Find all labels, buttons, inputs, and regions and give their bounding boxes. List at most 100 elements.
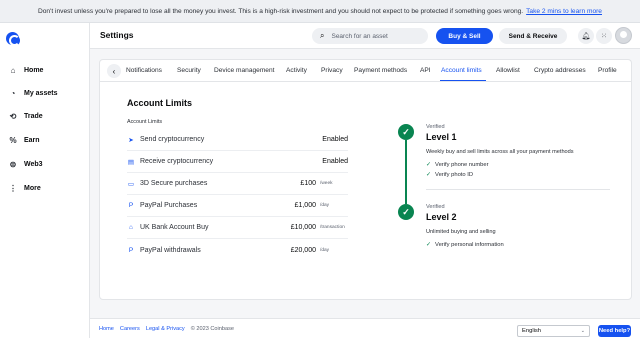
percent-icon: %	[9, 135, 17, 145]
footer-link-home[interactable]: Home	[99, 326, 114, 332]
language-value: English	[522, 328, 542, 334]
coinbase-logo-icon[interactable]	[6, 32, 20, 46]
paypal-icon: P	[128, 246, 134, 254]
risk-warning-banner: Don't invest unless you're prepared to l…	[0, 0, 640, 23]
limit-period: /day	[320, 247, 330, 253]
limit-label: PayPal Purchases	[140, 202, 198, 209]
sidebar-item-label: Web3	[24, 160, 43, 168]
checkmark-icon: ✓	[398, 204, 414, 220]
buy-sell-button[interactable]: Buy & Sell	[436, 28, 493, 44]
limit-value: £100	[300, 180, 316, 187]
bank-icon: ⌂	[129, 224, 133, 231]
limit-row-paypal-withdrawals: P PayPal withdrawals £20,000 /day	[127, 239, 348, 261]
search-icon: ⌕	[320, 31, 325, 40]
check-icon: ✓	[426, 242, 432, 248]
limit-row-3d-secure: ▭ 3D Secure purchases £100 /week	[127, 173, 348, 195]
limit-period: /week	[320, 181, 333, 186]
trade-icon: ⟲	[9, 111, 17, 121]
level-divider	[426, 189, 610, 190]
tab-privacy[interactable]: Privacy	[321, 67, 343, 74]
level-2-description: Unlimited buying and selling	[426, 229, 496, 235]
limit-row-paypal-purchases: P PayPal Purchases £1,000 /day	[127, 195, 348, 217]
level-1-title: Level 1	[426, 132, 457, 142]
account-limits-title: Account Limits	[127, 98, 193, 108]
sidebar-item-web3[interactable]: ⊜ Web3	[8, 158, 43, 170]
tab-payment-methods[interactable]: Payment methods	[354, 67, 407, 74]
sidebar-item-label: Home	[24, 66, 44, 74]
receive-icon: ▤	[127, 158, 135, 166]
search-placeholder: Search for an asset	[331, 32, 388, 40]
search-input[interactable]: ⌕ Search for an asset	[312, 28, 428, 44]
check-icon: ✓	[426, 172, 432, 178]
limit-value: Enabled	[322, 136, 348, 143]
checkmark-icon: ✓	[398, 124, 414, 140]
sidebar-item-trade[interactable]: ⟲ Trade	[8, 110, 43, 122]
footer-links: Home Careers Legal & Privacy © 2023 Coin…	[99, 326, 234, 332]
limit-label: Send cryptocurrency	[140, 136, 205, 143]
limit-period: /day	[320, 203, 330, 208]
tab-account-limits[interactable]: Account limits	[441, 67, 482, 74]
send-icon: ➤	[128, 136, 134, 144]
settings-tabs: ‹ Notifications Security Device manageme…	[99, 59, 632, 82]
limit-row-uk-bank-buy: ⌂ UK Bank Account Buy £10,000 /transacti…	[127, 217, 348, 239]
level-1-requirement: ✓ Verify photo ID	[426, 171, 474, 179]
sidebar-item-label: Trade	[24, 112, 43, 120]
sidebar-item-my-assets[interactable]: ◔ My assets	[8, 87, 58, 99]
sidebar-item-label: More	[24, 184, 41, 192]
chevron-left-icon[interactable]: ‹	[107, 64, 121, 78]
risk-warning-text: Don't invest unless you're prepared to l…	[38, 7, 524, 15]
limit-value: £10,000	[290, 224, 316, 231]
footer-link-legal-privacy[interactable]: Legal & Privacy	[146, 326, 185, 332]
level-1-requirement: ✓ Verify phone number	[426, 161, 489, 169]
level-1-description: Weekly buy and sell limits across all yo…	[426, 149, 574, 155]
top-bar: Settings ⌕ Search for an asset Buy & Sel…	[90, 23, 640, 49]
tab-allowlist[interactable]: Allowlist	[496, 67, 520, 74]
tab-security[interactable]: Security	[177, 67, 201, 74]
account-limits-subtitle: Account Limits	[127, 119, 163, 125]
tab-crypto-addresses[interactable]: Crypto addresses	[534, 67, 586, 74]
check-icon: ✓	[426, 162, 432, 168]
sidebar-item-home[interactable]: ⌂ Home	[8, 64, 44, 76]
web3-icon: ⊜	[9, 159, 17, 169]
need-help-button[interactable]: Need help?	[598, 325, 631, 337]
tab-api[interactable]: API	[420, 67, 431, 74]
tab-activity[interactable]: Activity	[286, 67, 307, 74]
sidebar-item-earn[interactable]: % Earn	[8, 134, 40, 146]
footer-link-careers[interactable]: Careers	[120, 326, 140, 332]
limit-value: £20,000	[290, 246, 316, 254]
level-2-requirement: ✓ Verify personal information	[426, 241, 504, 249]
sidebar-item-more[interactable]: ⋮ More	[8, 182, 41, 194]
sidebar-item-label: My assets	[24, 89, 58, 97]
assets-icon: ◔	[10, 88, 16, 98]
level-2-status: Verified	[426, 204, 445, 210]
copyright: © 2023 Coinbase	[190, 326, 235, 332]
level-progress-line	[405, 140, 407, 204]
sidebar: ⌂ Home ◔ My assets ⟲ Trade % Earn ⊜ Web3…	[0, 23, 90, 338]
limit-label: PayPal withdrawals	[140, 246, 201, 254]
limit-label: 3D Secure purchases	[140, 180, 208, 187]
page-title: Settings	[100, 30, 134, 40]
language-select[interactable]: English ⌄	[517, 325, 590, 337]
limit-label: UK Bank Account Buy	[140, 224, 209, 231]
level-2-title: Level 2	[426, 212, 457, 222]
footer: Home Careers Legal & Privacy © 2023 Coin…	[90, 318, 640, 338]
notifications-bell-icon[interactable]: 🔔︎	[578, 28, 594, 44]
more-icon: ⋮	[9, 183, 17, 193]
limit-value: Enabled	[322, 158, 348, 165]
limit-value: £1,000	[294, 202, 316, 209]
app-grid-icon[interactable]: ⁙	[596, 28, 612, 44]
send-receive-button[interactable]: Send & Receive	[499, 28, 567, 44]
home-icon: ⌂	[10, 65, 16, 75]
tab-notifications[interactable]: Notifications	[126, 67, 162, 74]
sidebar-item-label: Earn	[24, 136, 40, 144]
card-icon: ▭	[127, 180, 135, 188]
learn-more-link[interactable]: Take 2 mins to learn more	[526, 8, 602, 15]
avatar[interactable]	[615, 27, 632, 44]
tab-profile[interactable]: Profile	[598, 67, 617, 74]
limit-row-receive: ▤ Receive cryptocurrency Enabled	[127, 151, 348, 173]
account-limits-panel: Account Limits Account Limits ➤ Send cry…	[99, 81, 632, 300]
tab-device-management[interactable]: Device management	[214, 67, 274, 74]
paypal-icon: P	[128, 202, 134, 209]
level-1-status: Verified	[426, 124, 445, 130]
chevron-down-icon: ⌄	[580, 328, 585, 334]
